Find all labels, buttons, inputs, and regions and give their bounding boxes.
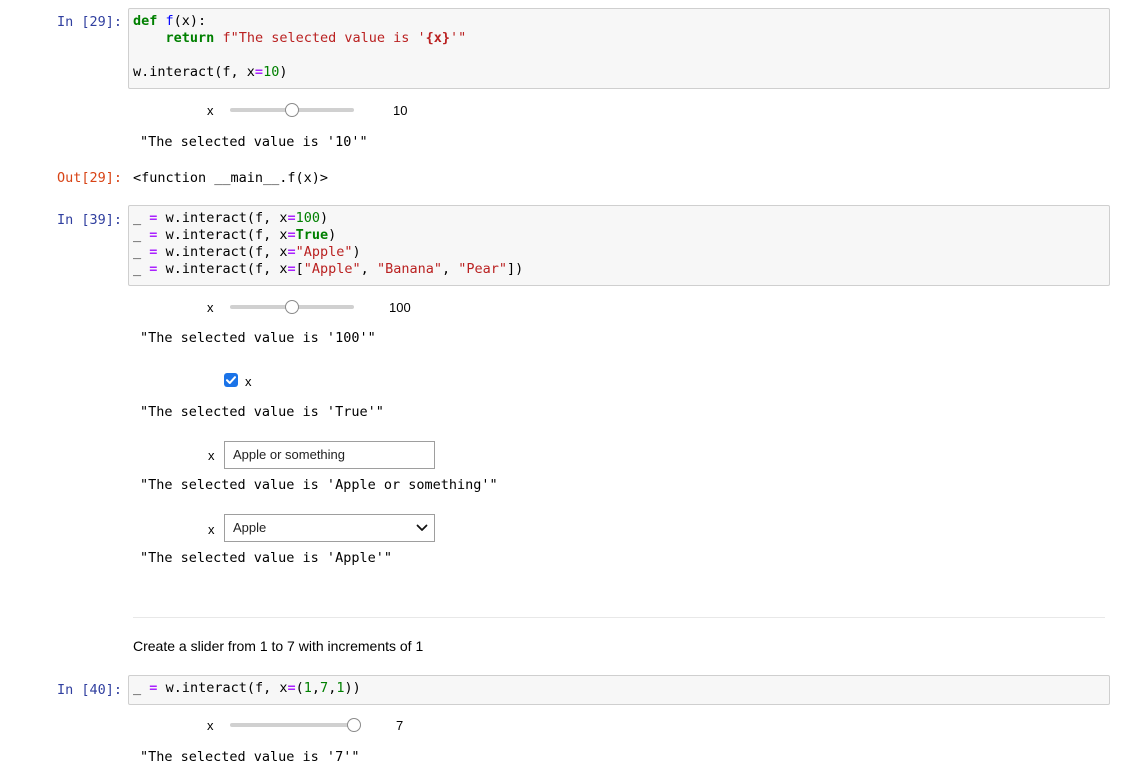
checkbox[interactable] xyxy=(224,373,238,387)
code-token: , xyxy=(441,261,459,277)
code-token: = xyxy=(149,210,158,226)
int-slider[interactable] xyxy=(230,718,361,732)
int-slider[interactable] xyxy=(230,103,354,117)
code-token: , xyxy=(311,680,321,696)
code-token: _ xyxy=(133,210,142,226)
slider-label: x xyxy=(207,300,214,315)
code-token: w.interact(f, x xyxy=(165,244,288,260)
code-token: )) xyxy=(344,680,361,696)
code-token: = xyxy=(149,244,158,260)
code-token: ) xyxy=(320,210,329,226)
slider-handle[interactable] xyxy=(285,300,299,314)
code-token: def xyxy=(133,13,158,29)
code-token: True xyxy=(295,227,329,243)
code-token: = xyxy=(149,261,158,277)
code-token: w.interact(f, x xyxy=(133,64,255,80)
text-label: x xyxy=(208,448,215,463)
slider-readout: 7 xyxy=(396,718,404,733)
code-token: 100 xyxy=(295,210,321,226)
code-token: ( xyxy=(295,680,304,696)
code-cell-input[interactable]: _ = w.interact(f, x=100) _ = w.interact(f… xyxy=(128,205,1110,286)
slider-handle[interactable] xyxy=(285,103,299,117)
int-slider[interactable] xyxy=(230,300,354,314)
code-token: {x} xyxy=(425,30,451,46)
code-token: w.interact(f, x xyxy=(165,680,288,696)
code-token: , xyxy=(360,261,377,277)
horizontal-rule xyxy=(133,617,1105,618)
widget-output: "The selected value is 'Apple'" xyxy=(140,550,392,566)
code-token: ) xyxy=(352,244,361,260)
widget-output: "The selected value is '100'" xyxy=(140,330,376,346)
code-token: _ xyxy=(133,680,142,696)
slider-readout: 100 xyxy=(389,300,411,315)
code-token: ]) xyxy=(507,261,524,277)
code-editor[interactable]: _ = w.interact(f, x=100) _ = w.interact(f… xyxy=(129,206,1109,282)
cell-output: <function __main__.f(x)> xyxy=(133,170,329,186)
code-token: w.interact(f, x xyxy=(165,261,288,277)
code-token: (x): xyxy=(173,13,207,29)
code-token: = xyxy=(287,261,296,277)
text-input[interactable]: Apple or something xyxy=(224,441,435,469)
code-cell-input[interactable]: def f(x): return f"The selected value is… xyxy=(128,8,1110,89)
code-token: _ xyxy=(133,227,142,243)
code-token: = xyxy=(149,227,158,243)
widget-output: "The selected value is '10'" xyxy=(140,134,368,150)
widget-output: "The selected value is '7'" xyxy=(140,749,360,765)
dropdown-select[interactable]: Apple xyxy=(224,514,435,542)
code-token: f"The selected value is ' xyxy=(222,30,426,46)
checkbox-label: x xyxy=(245,374,252,389)
code-token: = xyxy=(149,680,158,696)
code-cell-input[interactable]: _ = w.interact(f, x=(1,7,1)) xyxy=(128,675,1110,705)
code-token: 7 xyxy=(320,680,329,696)
code-token: _ xyxy=(133,244,142,260)
check-icon xyxy=(226,376,236,384)
dropdown-label: x xyxy=(208,522,215,537)
output-prompt: Out[29]: xyxy=(56,170,122,186)
code-token: return xyxy=(165,30,215,46)
code-editor[interactable]: _ = w.interact(f, x=(1,7,1)) xyxy=(129,676,1109,701)
input-prompt: In [39]: xyxy=(56,212,122,228)
code-token: ) xyxy=(279,64,288,80)
code-token: "Apple" xyxy=(295,244,353,260)
code-token: '" xyxy=(450,30,467,46)
code-token: 10 xyxy=(263,64,280,80)
code-token: = xyxy=(287,227,296,243)
code-token: "Apple" xyxy=(303,261,361,277)
slider-label: x xyxy=(207,103,214,118)
widget-output: "The selected value is 'True'" xyxy=(140,404,384,420)
code-token: 1 xyxy=(303,680,312,696)
code-token: "Pear" xyxy=(458,261,508,277)
code-token: "Banana" xyxy=(376,261,442,277)
markdown-text: Create a slider from 1 to 7 with increme… xyxy=(133,638,424,654)
input-prompt: In [40]: xyxy=(56,682,122,698)
code-token: = xyxy=(287,680,296,696)
slider-handle[interactable] xyxy=(347,718,361,732)
slider-readout: 10 xyxy=(393,103,408,118)
code-token: w.interact(f, x xyxy=(165,210,288,226)
slider-label: x xyxy=(207,718,214,733)
chevron-down-icon xyxy=(416,524,428,531)
dropdown-value: Apple xyxy=(233,520,267,535)
widget-output: "The selected value is 'Apple or somethi… xyxy=(140,477,498,493)
code-token: = xyxy=(254,64,264,80)
code-editor[interactable]: def f(x): return f"The selected value is… xyxy=(129,9,1109,85)
code-token: = xyxy=(287,210,296,226)
code-token: = xyxy=(287,244,296,260)
code-token: _ xyxy=(133,261,142,277)
input-prompt: In [29]: xyxy=(56,14,122,30)
code-token: [ xyxy=(295,261,304,277)
code-token: f xyxy=(165,13,174,29)
code-token: w.interact(f, x xyxy=(165,227,288,243)
code-token: ) xyxy=(328,227,337,243)
